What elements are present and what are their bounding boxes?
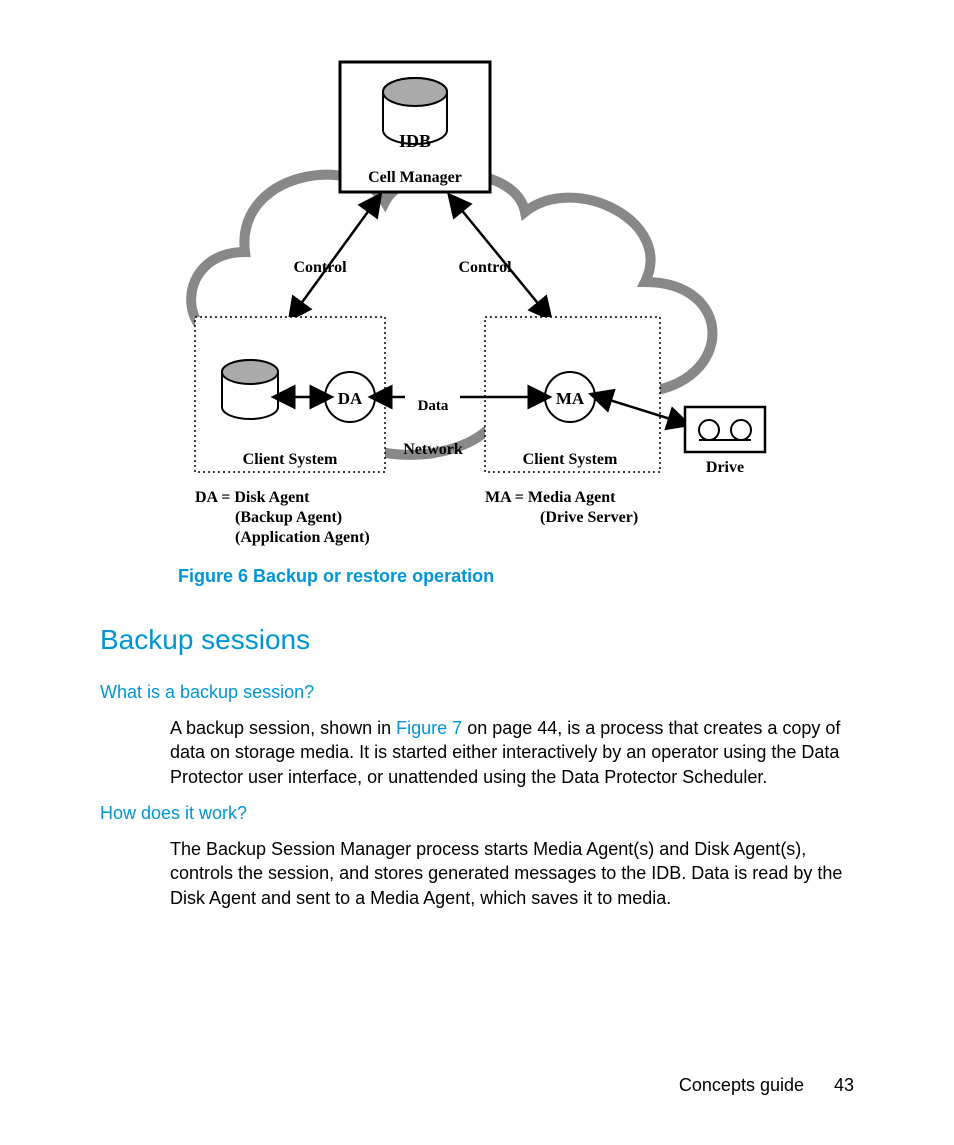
diagram-idb-label: IDB (399, 131, 431, 151)
diagram-backup-restore: IDB Cell Manager Control Control (175, 52, 785, 552)
paragraph-backup-session: A backup session, shown in Figure 7 on p… (170, 716, 850, 789)
diagram-legend-ma-2: (Drive Server) (540, 509, 638, 526)
paragraph-how-it-works: The Backup Session Manager process start… (170, 837, 860, 910)
diagram-legend-ma-1: MA = Media Agent (485, 489, 616, 506)
diagram-client-right-label: Client System (523, 451, 618, 468)
diagram-cell-manager-label: Cell Manager (368, 169, 462, 186)
diagram-control-right-label: Control (458, 259, 512, 276)
diagram-network-label: Network (403, 441, 463, 458)
page-number: 43 (834, 1075, 854, 1096)
subheading-what-is: What is a backup session? (100, 682, 314, 703)
section-title: Backup sessions (100, 624, 310, 656)
diagram-drive-label: Drive (706, 459, 744, 476)
page: IDB Cell Manager Control Control (0, 0, 954, 1145)
figure-caption: Figure 6 Backup or restore operation (178, 566, 494, 587)
diagram-control-left-label: Control (293, 259, 347, 276)
diagram-data-label: Data (418, 398, 449, 414)
diagram-client-left-label: Client System (243, 451, 338, 468)
diagram-legend-da-3: (Application Agent) (235, 529, 370, 546)
subheading-how-does-it-work: How does it work? (100, 803, 247, 824)
diagram-ma-label: MA (556, 389, 585, 408)
diagram-legend-da-2: (Backup Agent) (235, 509, 342, 526)
diagram-da-label: DA (338, 389, 363, 408)
diagram-legend-da-1: DA = Disk Agent (195, 489, 310, 506)
figure-7-link[interactable]: Figure 7 (396, 718, 462, 738)
para1-text-a: A backup session, shown in (170, 718, 396, 738)
footer-text: Concepts guide (679, 1075, 804, 1096)
